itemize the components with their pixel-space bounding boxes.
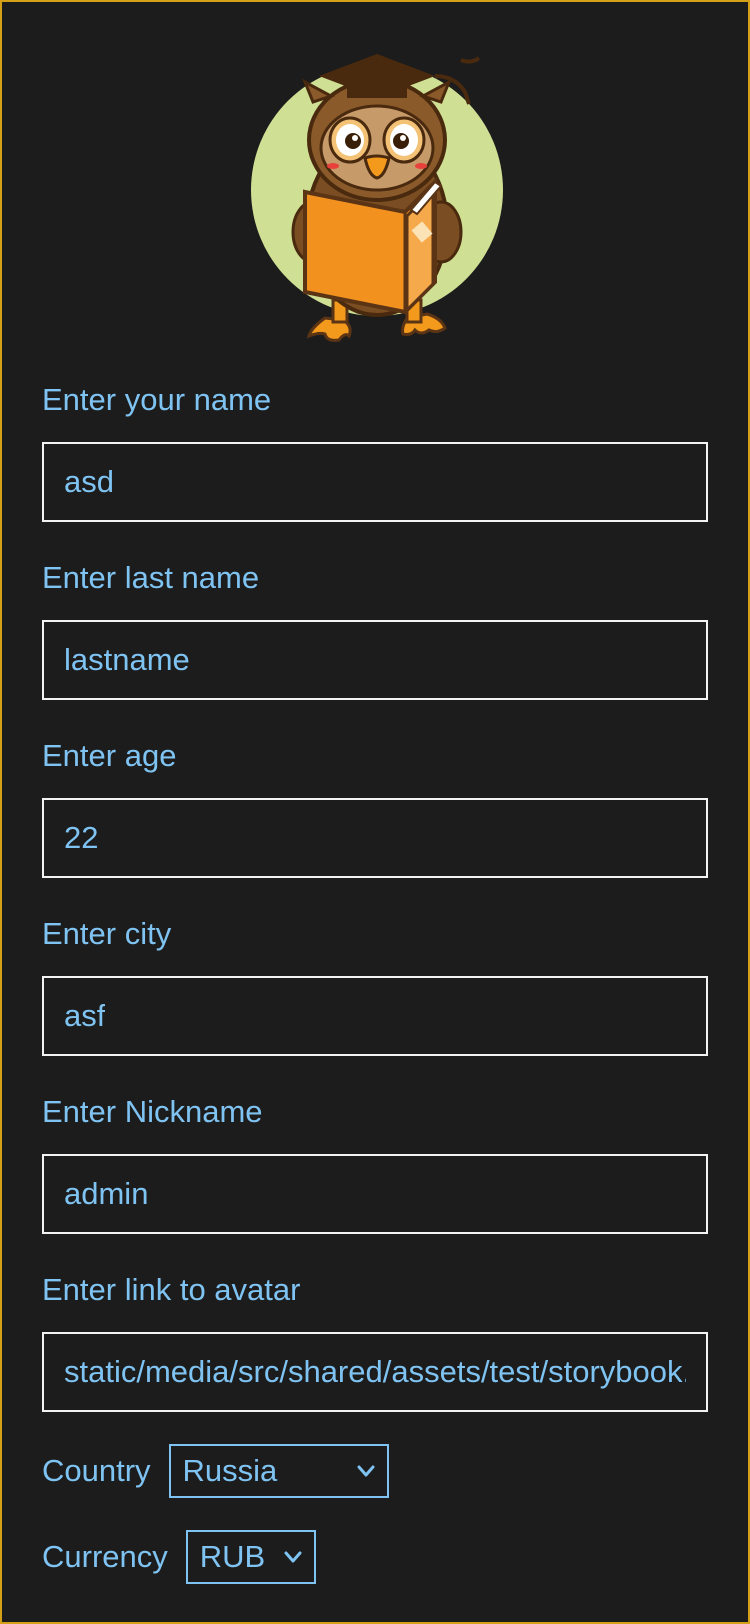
avatar-link-input-value: static/media/src/shared/assets/test/stor… — [64, 1354, 686, 1389]
nickname-input-value: admin — [64, 1176, 149, 1211]
name-input[interactable]: asd — [42, 442, 708, 522]
city-input-value: asf — [64, 998, 106, 1033]
currency-select[interactable]: RUB — [185, 1530, 316, 1584]
chevron-down-icon — [284, 1551, 302, 1563]
currency-select-value: RUB — [199, 1539, 266, 1574]
chevron-down-icon — [357, 1465, 375, 1477]
nickname-label: Enter Nickname — [42, 1094, 263, 1129]
currency-label: Currency — [42, 1539, 168, 1574]
name-input-value: asd — [64, 464, 114, 499]
country-select[interactable]: Russia — [168, 1444, 389, 1498]
age-label: Enter age — [42, 738, 177, 773]
country-label: Country — [42, 1453, 151, 1488]
country-row: Country Russia — [42, 1444, 389, 1498]
city-input[interactable]: asf — [42, 976, 708, 1056]
profile-card: Enter your name asd Enter last name last… — [0, 0, 750, 1624]
owl-avatar-icon — [251, 54, 503, 342]
avatar-link-label: Enter link to avatar — [42, 1272, 301, 1307]
name-label: Enter your name — [42, 382, 272, 417]
country-select-value: Russia — [182, 1453, 278, 1488]
nickname-input[interactable]: admin — [42, 1154, 708, 1234]
currency-row: Currency RUB — [42, 1530, 316, 1584]
city-label: Enter city — [42, 916, 172, 951]
age-input[interactable]: 22 — [42, 798, 708, 878]
lastname-label: Enter last name — [42, 560, 260, 595]
lastname-input[interactable]: lastname — [42, 620, 708, 700]
avatar-link-input[interactable]: static/media/src/shared/assets/test/stor… — [42, 1332, 708, 1412]
lastname-input-value: lastname — [64, 642, 190, 677]
age-input-value: 22 — [64, 820, 99, 855]
